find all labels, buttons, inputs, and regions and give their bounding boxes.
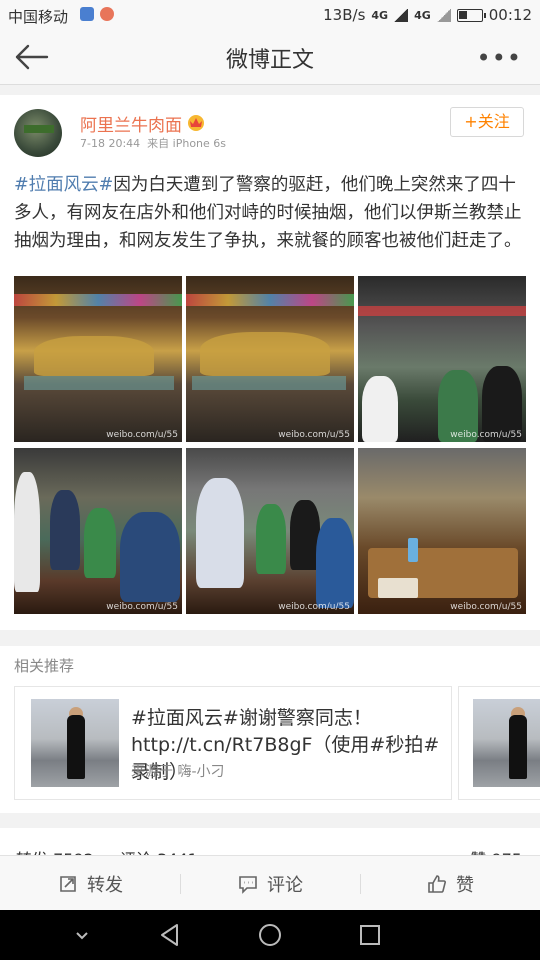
video-thumbnail[interactable] — [473, 699, 540, 787]
home-circle-icon[interactable] — [257, 922, 283, 948]
photo-watermark: weibo.com/u/55 — [450, 430, 522, 440]
comment-icon — [239, 875, 257, 894]
recent-apps-icon[interactable] — [357, 922, 383, 948]
clock: 00:12 — [488, 6, 532, 24]
photo-watermark: weibo.com/u/55 — [278, 602, 350, 612]
like-label: 赞 — [456, 874, 474, 896]
post-text: #拉面风云#因为白天遭到了警察的驱赶，他们晚上突然来了四十多人，有网友在店外和他… — [14, 171, 526, 255]
like-button[interactable]: 赞 — [360, 856, 540, 911]
follow-button[interactable]: +关注 — [450, 107, 524, 137]
network-type-2: 4G — [414, 8, 431, 22]
photo-5[interactable]: weibo.com/u/55 — [186, 448, 354, 614]
battery-icon — [456, 8, 486, 22]
related-section: 相关推荐 #拉面风云#谢谢警察同志！ http://t.cn/Rt7B8gF（使… — [0, 646, 540, 813]
thumbs-up-icon — [428, 874, 446, 893]
app-notification-icon — [100, 7, 114, 21]
photo-1[interactable]: weibo.com/u/55 — [14, 276, 182, 442]
photo-4[interactable]: weibo.com/u/55 — [14, 448, 182, 614]
stats-row: 转发 7592 评论 3441 赞 975 — [0, 828, 540, 856]
photo-6[interactable]: weibo.com/u/55 — [358, 448, 526, 614]
related-card[interactable]: #拉面风云#谢谢警察同志！ http://t.cn/Rt7B8gF（使用#秒拍#… — [14, 686, 452, 800]
post-source: 来自 iPhone 6s — [147, 137, 227, 150]
repost-button[interactable]: 转发 — [0, 856, 180, 911]
photo-2[interactable]: weibo.com/u/55 — [186, 276, 354, 442]
network-type: 4G — [371, 8, 389, 22]
action-bar: 转发 评论 赞 — [0, 855, 540, 910]
author-avatar[interactable] — [14, 109, 62, 157]
hashtag-link[interactable]: #拉面风云# — [14, 175, 113, 195]
photo-watermark: weibo.com/u/55 — [278, 430, 350, 440]
post-card: 阿里兰牛肉面 7-18 20:44 来自 iPhone 6s +关注 #拉面风云… — [0, 95, 540, 630]
back-triangle-icon[interactable] — [157, 922, 183, 948]
nav-bar: 微博正文 ••• — [0, 30, 540, 85]
comment-button[interactable]: 评论 — [180, 856, 360, 911]
repost-icon — [60, 875, 76, 892]
photo-grid: weibo.com/u/55 weibo.com/u/55 weibo.com/… — [14, 276, 526, 616]
author-name[interactable]: 阿里兰牛肉面 — [80, 111, 182, 136]
vip-crown-icon — [188, 115, 204, 131]
more-icon[interactable]: ••• — [477, 44, 522, 72]
photo-3[interactable]: weibo.com/u/55 — [358, 276, 526, 442]
related-card-next[interactable] — [458, 686, 540, 800]
photo-watermark: weibo.com/u/55 — [450, 602, 522, 612]
hide-keyboard-icon[interactable] — [70, 923, 94, 947]
post-meta: 7-18 20:44 来自 iPhone 6s — [80, 135, 226, 151]
signal-icon — [394, 8, 409, 22]
video-thumbnail[interactable] — [31, 699, 119, 787]
post-timestamp: 7-18 20:44 — [80, 137, 141, 150]
network-speed: 13B/s — [323, 6, 366, 24]
related-title: 相关推荐 — [14, 657, 75, 675]
photo-watermark: weibo.com/u/55 — [106, 430, 178, 440]
system-nav-bar — [0, 910, 540, 960]
photo-watermark: weibo.com/u/55 — [106, 602, 178, 612]
related-card-source: 来源于 嗨-小刁 — [131, 764, 225, 780]
notification-icon — [80, 7, 94, 21]
signal-icon-2 — [436, 8, 451, 22]
comment-label: 评论 — [267, 874, 303, 896]
repost-label: 转发 — [87, 874, 123, 896]
status-bar: 中国移动 13B/s 4G 4G 00:12 — [0, 0, 540, 30]
status-right: 13B/s 4G 4G 00:12 — [323, 6, 532, 24]
page-title: 微博正文 — [225, 48, 314, 73]
carrier-label: 中国移动 — [8, 8, 69, 26]
